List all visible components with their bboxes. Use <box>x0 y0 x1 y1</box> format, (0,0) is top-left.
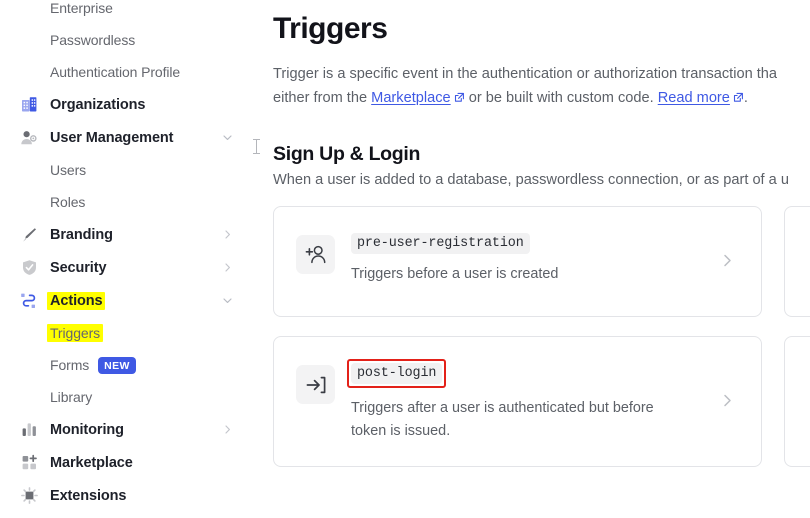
sidebar-item-label: Branding <box>50 226 113 243</box>
sidebar-item-label: Organizations <box>50 96 146 113</box>
section-title-sign-up-login: Sign Up & Login <box>273 143 421 166</box>
page-description: Trigger is a specific event in the authe… <box>273 63 810 111</box>
sidebar-item-enterprise[interactable]: Enterprise <box>0 0 247 24</box>
sidebar-item-organizations[interactable]: Organizations <box>0 88 247 121</box>
chevron-right-icon <box>222 424 233 435</box>
section-subtitle: When a user is added to a database, pass… <box>273 172 789 189</box>
sidebar-item-branding[interactable]: Branding <box>0 218 247 251</box>
trigger-description: Triggers after a user is authenticated b… <box>351 400 654 439</box>
sidebar-item-passwordless[interactable]: Passwordless <box>0 24 247 56</box>
trigger-card-partial-top-right[interactable] <box>784 206 810 318</box>
sidebar-item-label: Enterprise <box>50 0 113 16</box>
sidebar-item-actions[interactable]: Actions <box>0 284 247 317</box>
trigger-card-post-login[interactable]: post-login Triggers after a user is auth… <box>273 336 762 468</box>
desc-text-b: or be built with custom code. <box>464 89 658 106</box>
sidebar-item-triggers[interactable]: Triggers <box>0 317 247 349</box>
sidebar-item-user-management[interactable]: User Management <box>0 121 247 154</box>
sidebar-item-label: Marketplace <box>50 454 133 471</box>
chevron-right-icon <box>222 229 233 240</box>
security-icon <box>18 257 40 279</box>
card-body: pre-user-registration Triggers before a … <box>351 233 739 285</box>
sidebar-item-monitoring[interactable]: Monitoring <box>0 413 247 446</box>
sidebar-item-authentication-profile[interactable]: Authentication Profile <box>0 56 247 88</box>
page-description-line-2: either from the Marketplace or be built … <box>273 87 810 112</box>
sidebar-item-users[interactable]: Users <box>0 154 247 186</box>
sidebar-item-library[interactable]: Library <box>0 381 247 413</box>
trigger-description: Triggers before a user is created <box>351 266 559 283</box>
external-link-icon <box>454 88 465 112</box>
branding-icon <box>18 224 40 246</box>
sidebar-item-marketplace[interactable]: Marketplace <box>0 446 247 479</box>
card-body: post-login Triggers after a user is auth… <box>347 359 739 442</box>
page-title: Triggers <box>273 12 388 45</box>
sidebar: Enterprise Passwordless Authentication P… <box>0 0 247 518</box>
sidebar-item-extensions[interactable]: Extensions <box>0 479 247 512</box>
new-badge: NEW <box>98 356 136 374</box>
chevron-right-icon[interactable] <box>720 393 735 411</box>
sidebar-item-label: Authentication Profile <box>50 64 181 80</box>
trigger-card-pre-user-registration[interactable]: pre-user-registration Triggers before a … <box>273 206 762 318</box>
sidebar-item-label: Users <box>50 162 87 178</box>
login-arrow-icon <box>296 365 335 405</box>
desc-text-a: either from the <box>273 89 372 106</box>
trigger-code-wrap: pre-user-registration <box>351 233 530 255</box>
external-link-icon <box>733 88 744 112</box>
sidebar-item-security[interactable]: Security <box>0 251 247 284</box>
sidebar-item-label: User Management <box>50 129 174 146</box>
read-more-link[interactable]: Read more <box>658 90 730 106</box>
marketplace-icon <box>18 452 40 474</box>
sidebar-item-label: Security <box>50 259 107 276</box>
user-management-icon <box>18 127 40 149</box>
app-root: Enterprise Passwordless Authentication P… <box>0 0 810 518</box>
sidebar-nav-list: Enterprise Passwordless Authentication P… <box>0 0 247 512</box>
trigger-card-grid: pre-user-registration Triggers before a … <box>273 206 810 468</box>
sidebar-item-forms[interactable]: Forms NEW <box>0 349 247 381</box>
person-add-icon <box>296 235 335 275</box>
sidebar-item-label: Extensions <box>50 487 127 504</box>
marketplace-link[interactable]: Marketplace <box>371 90 451 106</box>
trigger-code: pre-user-registration <box>351 233 530 255</box>
actions-icon <box>18 290 40 312</box>
sidebar-item-label: Triggers <box>47 324 104 342</box>
page-description-line-1: Trigger is a specific event in the authe… <box>273 66 778 82</box>
trigger-code-annotation-box: post-login <box>347 359 447 389</box>
trigger-card-partial-bottom-right[interactable] <box>784 336 810 468</box>
chevron-down-icon <box>222 132 233 143</box>
main-content: Triggers Trigger is a specific event in … <box>247 0 810 518</box>
chevron-down-icon <box>222 295 233 306</box>
sidebar-item-label: Library <box>50 389 93 405</box>
sidebar-item-label: Passwordless <box>50 32 136 48</box>
text-cursor <box>253 139 260 154</box>
trigger-code: post-login <box>351 363 443 385</box>
sidebar-item-label: Roles <box>50 194 86 210</box>
sidebar-item-label: Monitoring <box>50 421 124 438</box>
chevron-right-icon <box>222 262 233 273</box>
sidebar-item-label: Forms <box>50 357 90 373</box>
desc-text-c: . <box>743 89 748 106</box>
extensions-icon <box>18 485 40 507</box>
sidebar-item-label: Actions <box>47 291 106 310</box>
monitoring-icon <box>18 419 40 441</box>
organizations-icon <box>18 94 40 116</box>
sidebar-item-roles[interactable]: Roles <box>0 186 247 218</box>
chevron-right-icon[interactable] <box>720 253 735 271</box>
